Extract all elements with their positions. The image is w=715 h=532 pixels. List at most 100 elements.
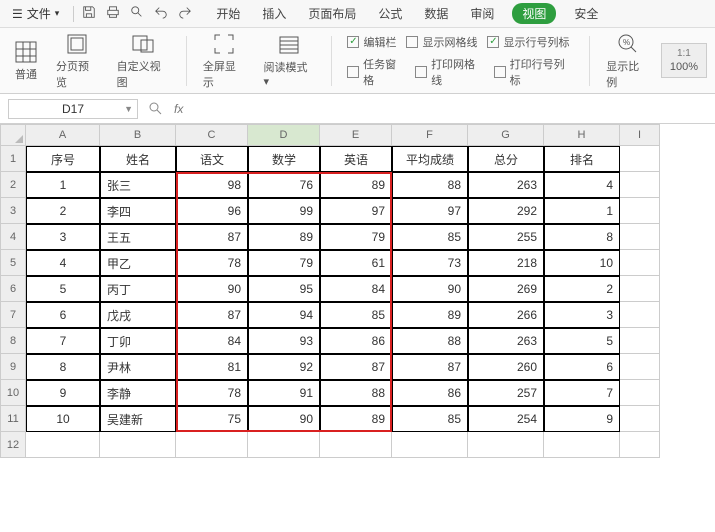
cell-empty[interactable] — [620, 224, 660, 250]
cell-total[interactable]: 254 — [468, 406, 544, 432]
cell-total[interactable]: 263 — [468, 172, 544, 198]
cell-name[interactable]: 张三 — [100, 172, 176, 198]
cell-math[interactable]: 92 — [248, 354, 320, 380]
col-header-F[interactable]: F — [392, 124, 468, 146]
chk-show-headings[interactable]: ✓显示行号列标 — [487, 34, 569, 50]
cell-empty[interactable] — [620, 354, 660, 380]
view-fullscreen[interactable]: 全屏显示 — [197, 32, 252, 90]
formula-input[interactable] — [193, 99, 707, 119]
undo-icon[interactable] — [154, 5, 168, 22]
cell-name[interactable]: 吴建新 — [100, 406, 176, 432]
cell-name[interactable]: 李四 — [100, 198, 176, 224]
row-header-3[interactable]: 3 — [0, 198, 26, 224]
cell-seq[interactable]: 3 — [26, 224, 100, 250]
cell-chinese[interactable]: 78 — [176, 380, 248, 406]
cell-rank[interactable]: 3 — [544, 302, 620, 328]
cell-english[interactable]: 87 — [320, 354, 392, 380]
col-header-B[interactable]: B — [100, 124, 176, 146]
cell-chinese[interactable]: 98 — [176, 172, 248, 198]
cell-math[interactable]: 91 — [248, 380, 320, 406]
chk-formula-bar[interactable]: ✓编辑栏 — [347, 34, 396, 50]
hdr-english[interactable]: 英语 — [320, 146, 392, 172]
cell-rank[interactable]: 9 — [544, 406, 620, 432]
col-header-C[interactable]: C — [176, 124, 248, 146]
cell-empty[interactable] — [620, 250, 660, 276]
row-header-2[interactable]: 2 — [0, 172, 26, 198]
col-header-A[interactable]: A — [26, 124, 100, 146]
cell-english[interactable]: 88 — [320, 380, 392, 406]
print-icon[interactable] — [106, 5, 120, 22]
cell-avg[interactable]: 85 — [392, 406, 468, 432]
row-header-4[interactable]: 4 — [0, 224, 26, 250]
cell-english[interactable]: 86 — [320, 328, 392, 354]
cell-name[interactable]: 王五 — [100, 224, 176, 250]
hdr-name[interactable]: 姓名 — [100, 146, 176, 172]
col-header-D[interactable]: D — [248, 124, 320, 146]
chk-print-grid[interactable]: 打印网格线 — [415, 56, 484, 88]
cell-empty[interactable] — [620, 328, 660, 354]
cell-name[interactable]: 丙丁 — [100, 276, 176, 302]
cell-total[interactable]: 266 — [468, 302, 544, 328]
cell-chinese[interactable]: 75 — [176, 406, 248, 432]
name-box[interactable]: D17 ▼ — [8, 99, 138, 119]
cell-name[interactable]: 李静 — [100, 380, 176, 406]
row-header-1[interactable]: 1 — [0, 146, 26, 172]
save-icon[interactable] — [82, 5, 96, 22]
tab-insert[interactable]: 插入 — [258, 3, 290, 24]
cell-avg[interactable]: 97 — [392, 198, 468, 224]
row-header-7[interactable]: 7 — [0, 302, 26, 328]
cell-chinese[interactable]: 87 — [176, 302, 248, 328]
cell-rank[interactable]: 1 — [544, 198, 620, 224]
col-header-E[interactable]: E — [320, 124, 392, 146]
cell-chinese[interactable]: 81 — [176, 354, 248, 380]
cell-english[interactable]: 84 — [320, 276, 392, 302]
cell-total[interactable]: 255 — [468, 224, 544, 250]
cell-rank[interactable]: 6 — [544, 354, 620, 380]
hdr-rank[interactable]: 排名 — [544, 146, 620, 172]
cell-math[interactable]: 79 — [248, 250, 320, 276]
cell-rank[interactable]: 10 — [544, 250, 620, 276]
cell-rank[interactable]: 2 — [544, 276, 620, 302]
chk-print-headings[interactable]: 打印行号列标 — [494, 56, 573, 88]
cell-english[interactable]: 61 — [320, 250, 392, 276]
cell-avg[interactable]: 88 — [392, 172, 468, 198]
cell-total[interactable]: 260 — [468, 354, 544, 380]
redo-icon[interactable] — [178, 5, 192, 22]
cell-avg[interactable]: 87 — [392, 354, 468, 380]
hdr-avg[interactable]: 平均成绩 — [392, 146, 468, 172]
tab-view[interactable]: 视图 — [512, 3, 556, 24]
cell-rank[interactable]: 5 — [544, 328, 620, 354]
col-header-I[interactable]: I — [620, 124, 660, 146]
cell-avg[interactable]: 89 — [392, 302, 468, 328]
hdr-seq[interactable]: 序号 — [26, 146, 100, 172]
cell-seq[interactable]: 7 — [26, 328, 100, 354]
cell-rank[interactable]: 7 — [544, 380, 620, 406]
cell-avg[interactable]: 86 — [392, 380, 468, 406]
zoom-100[interactable]: 1:1 100% — [661, 43, 707, 78]
tab-review[interactable]: 审阅 — [466, 3, 498, 24]
hdr-chinese[interactable]: 语文 — [176, 146, 248, 172]
cell-total[interactable]: 257 — [468, 380, 544, 406]
cell-math[interactable]: 89 — [248, 224, 320, 250]
cell-seq[interactable]: 2 — [26, 198, 100, 224]
cell-avg[interactable]: 85 — [392, 224, 468, 250]
col-header-H[interactable]: H — [544, 124, 620, 146]
cell-empty[interactable] — [620, 198, 660, 224]
cell-seq[interactable]: 9 — [26, 380, 100, 406]
view-custom[interactable]: 自定义视图 — [111, 32, 176, 90]
cell-chinese[interactable]: 78 — [176, 250, 248, 276]
cell-avg[interactable]: 73 — [392, 250, 468, 276]
cell-math[interactable]: 94 — [248, 302, 320, 328]
cell-chinese[interactable]: 90 — [176, 276, 248, 302]
tab-home[interactable]: 开始 — [212, 3, 244, 24]
cell-total[interactable]: 292 — [468, 198, 544, 224]
select-all-corner[interactable] — [0, 124, 26, 146]
cell-seq[interactable]: 8 — [26, 354, 100, 380]
cell-empty[interactable] — [620, 302, 660, 328]
view-reading[interactable]: 阅读模式 ▾ — [258, 33, 321, 88]
cell-empty[interactable] — [620, 406, 660, 432]
cell-name[interactable]: 甲乙 — [100, 250, 176, 276]
cell-empty[interactable] — [620, 380, 660, 406]
cell-rank[interactable]: 4 — [544, 172, 620, 198]
row-header-6[interactable]: 6 — [0, 276, 26, 302]
